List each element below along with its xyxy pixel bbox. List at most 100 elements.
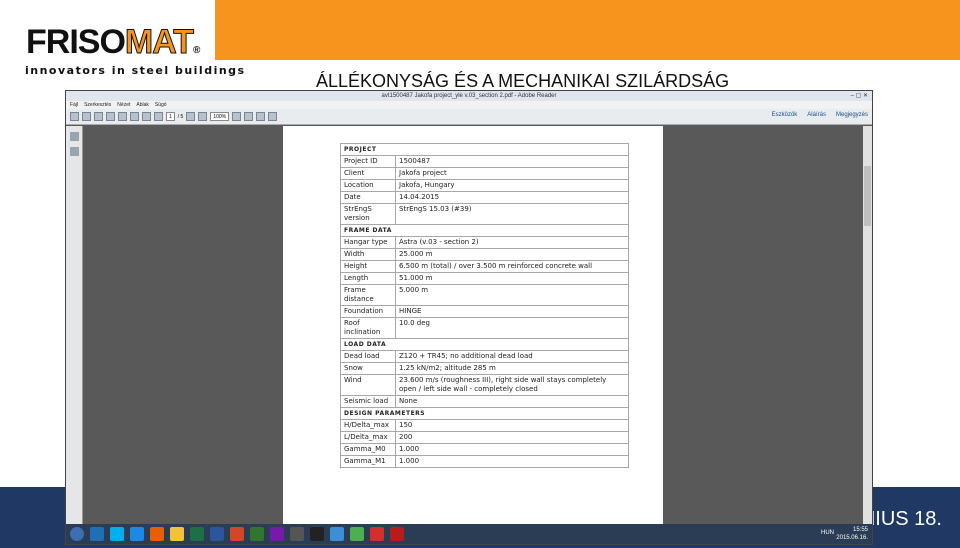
page-number-field[interactable]: 1 [166,112,175,121]
section-header-row: Design parameters [340,407,629,420]
menu-item[interactable]: Szerkesztés [84,102,111,108]
table-row: Foundation HINGE [340,305,629,318]
section-header-row: Project [340,143,629,156]
next-page-icon[interactable] [154,112,163,121]
edit-icon[interactable] [94,112,103,121]
page-total: / 5 [177,113,184,120]
menu-item[interactable]: Nézet [117,102,130,108]
attachment-icon[interactable] [70,147,79,156]
window-title: avt1500487 Jakofa project_yle v.03_secti… [381,93,557,99]
table-row: Snow 1.25 kN/m2; altitude 285 m [340,362,629,375]
row-value: 14.04.2015 [395,191,629,204]
onenote-icon[interactable] [270,527,284,541]
table-row: Project ID 1500487 [340,155,629,168]
open-icon[interactable] [70,112,79,121]
comment-button[interactable]: Megjegyzés [836,112,868,118]
create-pdf-icon[interactable] [82,112,91,121]
zoom-field[interactable]: 100% [210,112,230,121]
row-value: 200 [395,431,629,444]
embedded-screenshot: avt1500487 Jakofa project_yle v.03_secti… [65,90,873,545]
footer-date: NIUS 18. [860,508,942,530]
comment-icon[interactable] [256,112,266,121]
menu-item[interactable]: Súgó [155,102,167,108]
section-title: Load data [340,338,629,351]
table-row: StrEngS version StrEngS 15.03 (#39) [340,203,629,225]
zoom-in-icon[interactable] [198,112,208,121]
row-value: 23.600 m/s (roughness III), right side w… [395,374,629,396]
table-row: Location Jakofa, Hungary [340,179,629,192]
row-label: StrEngS version [340,203,396,225]
print-icon[interactable] [118,112,127,121]
pdf-page: Project Project ID 1500487 Client Jakofa pro… [283,126,663,544]
sign-button[interactable]: Aláírás [807,112,826,118]
row-value: None [395,395,629,408]
fit-width-icon[interactable] [244,112,254,121]
outlook-icon[interactable] [90,527,104,541]
row-label: Project ID [340,155,396,168]
menu-item[interactable]: Fájl [70,102,78,108]
slide-title: ÁLLÉKONYSÁG ÉS A MECHANIKAI SZILÁRDSÁG [316,71,730,91]
clock-date: 2015.06.16. [836,535,868,541]
row-value: HINGE [395,305,629,318]
prev-page-icon[interactable] [142,112,151,121]
app-icon[interactable] [290,527,304,541]
window-titlebar: avt1500487 Jakofa project_yle v.03_secti… [66,91,872,101]
row-value: Astra (v.03 - section 2) [395,236,629,249]
vertical-scrollbar[interactable] [863,126,872,526]
row-value: StrEngS 15.03 (#39) [395,203,629,225]
reader-toolbar: 1 / 5 100% Eszközök Aláírás Megjegyzés [66,109,872,125]
row-label: Length [340,272,396,285]
system-clock[interactable]: 15:55 2015.06.16. [836,526,868,542]
toolbar-right-panel: Eszközök Aláírás Megjegyzés [772,112,868,118]
table-row: Seismic load None [340,395,629,408]
row-value: Z120 + TR45; no additional dead load [395,350,629,363]
project-icon[interactable] [250,527,264,541]
acrobat-icon[interactable] [370,527,384,541]
skype-icon[interactable] [110,527,124,541]
menu-item[interactable]: Ablak [136,102,149,108]
tools-button[interactable]: Eszközök [772,112,798,118]
word-icon[interactable] [210,527,224,541]
window-controls[interactable]: – ▢ ✕ [851,91,868,101]
row-label: Gamma_M1 [340,455,396,468]
language-indicator[interactable]: HUN [821,530,834,536]
fit-page-icon[interactable] [232,112,242,121]
row-value: Jakofa project [395,167,629,180]
email-icon[interactable] [130,112,139,121]
pages-icon[interactable] [70,132,79,141]
ie-icon[interactable] [130,527,144,541]
excel-icon[interactable] [190,527,204,541]
document-viewer[interactable]: Project Project ID 1500487 Client Jakofa pro… [83,126,863,544]
zoom-out-icon[interactable] [186,112,196,121]
row-value: 1.000 [395,455,629,468]
row-label: Location [340,179,396,192]
start-button-icon[interactable] [70,527,84,541]
registered-mark: ® [193,45,200,56]
reader-icon[interactable] [390,527,404,541]
row-value: 10.0 deg [395,317,629,339]
row-label: Wind [340,374,396,396]
powerpoint-icon[interactable] [230,527,244,541]
row-label: Hangar type [340,236,396,249]
row-label: Height [340,260,396,273]
highlight-icon[interactable] [268,112,278,121]
table-row: Dead load Z120 + TR45; no additional dead… [340,350,629,363]
row-label: L/Delta_max [340,431,396,444]
explorer-icon[interactable] [170,527,184,541]
row-label: Snow [340,362,396,375]
firefox-icon[interactable] [150,527,164,541]
windows-taskbar: HUN 15:55 2015.06.16. [66,524,872,544]
header-orange-bar [215,0,960,60]
row-value: 150 [395,419,629,432]
row-label: Roof inclination [340,317,396,339]
terminal-icon[interactable] [310,527,324,541]
table-row: Height 6.500 m (total) / over 3.500 m rei… [340,260,629,273]
chrome-icon[interactable] [350,527,364,541]
scroll-thumb[interactable] [864,166,871,226]
section-title: Design parameters [340,407,629,420]
table-row: Client Jakofa project [340,167,629,180]
save-icon[interactable] [106,112,115,121]
paint-icon[interactable] [330,527,344,541]
table-row: Date 14.04.2015 [340,191,629,204]
row-label: Gamma_M0 [340,443,396,456]
